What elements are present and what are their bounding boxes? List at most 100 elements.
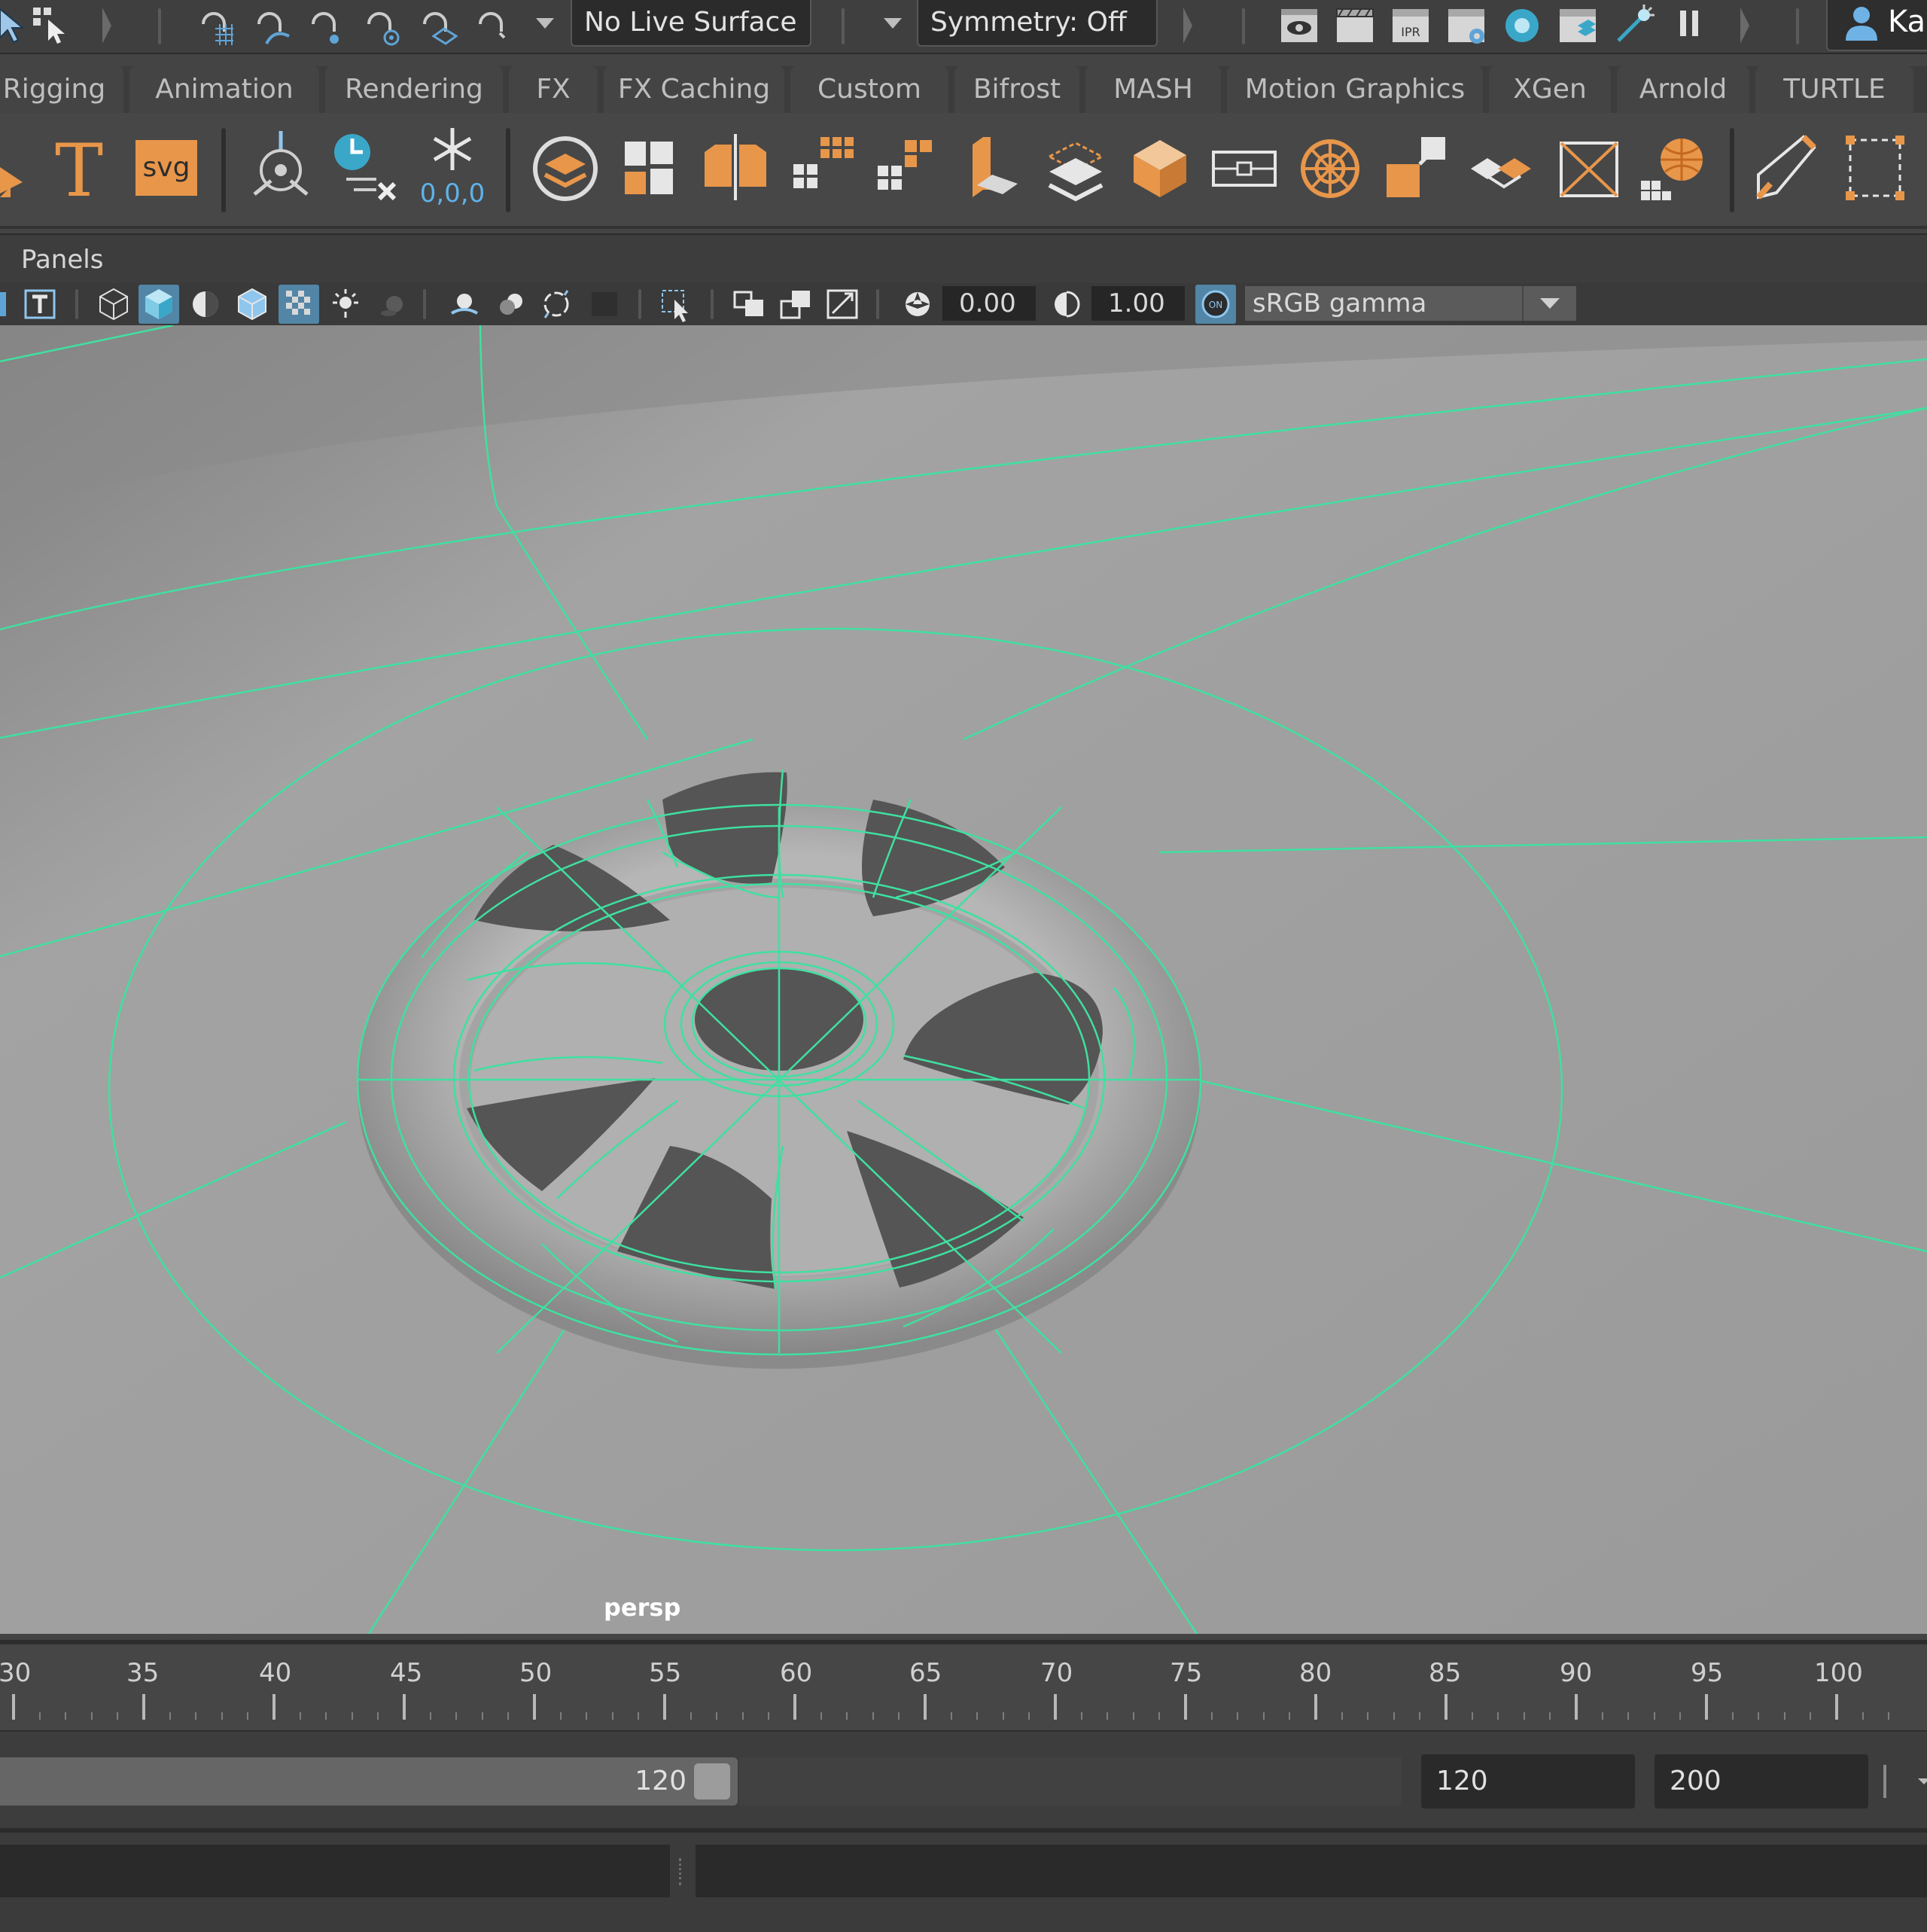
panels-menu[interactable]: Panels	[21, 235, 103, 285]
make-layer-icon[interactable]	[524, 122, 607, 212]
tab-rendering[interactable]: Rendering	[325, 66, 503, 113]
timeline-minor-tick	[455, 1712, 458, 1720]
mirror-icon[interactable]	[694, 122, 777, 212]
timeline-minor-tick	[898, 1712, 900, 1720]
freeze-transforms-icon[interactable]: 0,0,0	[411, 122, 494, 212]
type-tool-icon[interactable]: T	[38, 122, 120, 213]
exposure-icon[interactable]	[897, 285, 938, 324]
snap-to-points-icon[interactable]	[304, 3, 349, 48]
timeline-minor-tick	[195, 1712, 197, 1720]
pause-viewport-icon[interactable]	[1667, 3, 1712, 48]
collapse-tick[interactable]	[1183, 8, 1192, 44]
snap-to-view-planes-icon[interactable]	[416, 3, 461, 48]
render-view-icon[interactable]	[1277, 3, 1322, 48]
tab-xgen[interactable]: XGen	[1489, 66, 1611, 113]
sphere-uv-icon[interactable]	[1376, 122, 1459, 212]
shadows-icon[interactable]	[372, 285, 412, 324]
camera-label: persp	[604, 1593, 681, 1622]
symmetry-field[interactable]: Symmetry: Off	[917, 0, 1158, 47]
tab-motion-graphics[interactable]: Motion Graphics	[1227, 66, 1483, 113]
collapse-tick[interactable]	[102, 8, 111, 44]
timeline-major-tick	[142, 1694, 145, 1720]
range-handle[interactable]	[694, 1763, 730, 1799]
range-track[interactable]: 120	[0, 1757, 738, 1806]
multi-cut-icon[interactable]	[1289, 122, 1371, 212]
color-space-dropdown[interactable]: sRGB gamma	[1245, 286, 1576, 321]
timeline-minor-tick	[117, 1712, 119, 1720]
text-overlay-icon[interactable]	[20, 285, 60, 324]
hypershade-icon[interactable]	[1499, 3, 1545, 48]
camera-attributes-icon[interactable]	[0, 285, 14, 324]
tab-fx[interactable]: FX	[509, 66, 598, 113]
center-pivot-icon[interactable]	[239, 122, 322, 212]
tab-rigging[interactable]: Rigging	[0, 66, 123, 113]
grid-icon[interactable]	[775, 285, 816, 324]
quad-draw-icon[interactable]	[1632, 122, 1715, 212]
delete-history-icon[interactable]	[324, 122, 406, 212]
boolean-icon[interactable]	[1460, 122, 1543, 212]
live-surface-field[interactable]: No Live Surface	[571, 0, 811, 47]
bridge-icon[interactable]	[1119, 122, 1201, 212]
isolate-select-icon[interactable]	[656, 285, 697, 324]
mel-input[interactable]	[0, 1845, 670, 1897]
snap-menu-icon[interactable]	[536, 18, 554, 29]
combine-icon[interactable]	[610, 122, 693, 212]
viewport-persp[interactable]: persp	[0, 325, 1927, 1634]
tab-bifrost[interactable]: Bifrost	[954, 66, 1079, 113]
make-live-icon[interactable]	[471, 3, 516, 48]
default-material-icon[interactable]	[185, 285, 226, 324]
anti-aliasing-icon[interactable]	[536, 285, 577, 324]
motion-blur-icon[interactable]	[491, 285, 531, 324]
animation-end-field[interactable]: 200	[1655, 1754, 1868, 1809]
chevron-down-icon[interactable]	[1918, 1778, 1927, 1784]
user-icon	[1846, 7, 1877, 41]
snap-to-projected-center-icon[interactable]	[360, 3, 405, 48]
tab-mash[interactable]: MASH	[1085, 66, 1221, 113]
render-current-frame-icon[interactable]	[1332, 3, 1378, 48]
render-settings-icon[interactable]	[1444, 3, 1489, 48]
tab-custom[interactable]: Custom	[790, 66, 948, 113]
film-gate-icon[interactable]	[822, 285, 863, 324]
depth-of-field-icon[interactable]	[584, 285, 625, 324]
color-management-icon[interactable]: ON	[1195, 285, 1236, 324]
playback-end-field[interactable]: 120	[1421, 1754, 1635, 1809]
splitter-handle[interactable]	[679, 1858, 686, 1885]
xray-icon[interactable]	[279, 285, 319, 324]
tab-arnold[interactable]: Arnold	[1617, 66, 1749, 113]
gamma-field[interactable]: 1.00	[1091, 286, 1185, 321]
wireframe-icon[interactable]	[93, 285, 134, 324]
edge-loop-icon[interactable]	[1548, 122, 1630, 212]
tab-turtle[interactable]: TURTLE	[1755, 66, 1913, 113]
sculpt-tool-icon[interactable]	[1748, 122, 1831, 212]
exposure-field[interactable]: 0.00	[942, 286, 1036, 321]
separate-icon[interactable]	[863, 122, 945, 212]
user-account-button[interactable]: Ka	[1826, 0, 1927, 51]
symmetry-menu-icon[interactable]	[884, 18, 902, 29]
timeline-major-tick	[1444, 1694, 1448, 1720]
smooth-icon[interactable]	[947, 122, 1030, 212]
wireframe-on-shaded-icon[interactable]	[232, 285, 272, 324]
bounding-box-icon[interactable]	[1834, 122, 1916, 212]
frame-label: 60	[780, 1658, 813, 1688]
render-setup-icon[interactable]	[1555, 3, 1600, 48]
smooth-shade-icon[interactable]	[139, 285, 179, 324]
ipr-render-icon[interactable]: IPR	[1388, 3, 1433, 48]
time-slider[interactable]: 30 35 40 45 50 55 60 65 70 75 80 85 90 9…	[0, 1640, 1927, 1735]
tab-animation[interactable]: Animation	[129, 66, 319, 113]
use-lights-icon[interactable]	[325, 285, 366, 324]
tab-fx-caching[interactable]: FX Caching	[604, 66, 784, 113]
light-editor-icon[interactable]	[1611, 3, 1656, 48]
extract-icon[interactable]	[778, 122, 861, 212]
chevron-down-icon[interactable]	[1522, 286, 1576, 321]
svg-tool-icon[interactable]: svg	[125, 122, 208, 212]
paint-select-icon[interactable]	[29, 3, 74, 48]
gamma-icon[interactable]	[1046, 285, 1087, 324]
bevel-icon[interactable]	[1203, 122, 1286, 212]
screen-space-ao-icon[interactable]	[444, 285, 485, 324]
collapse-tick[interactable]	[1740, 8, 1749, 44]
snap-to-grids-icon[interactable]	[194, 3, 239, 48]
timeline-minor-tick	[1262, 1712, 1265, 1720]
extrude-icon[interactable]	[1034, 122, 1117, 212]
xray-joints-icon[interactable]	[729, 285, 769, 324]
snap-to-curves-icon[interactable]	[250, 3, 295, 48]
